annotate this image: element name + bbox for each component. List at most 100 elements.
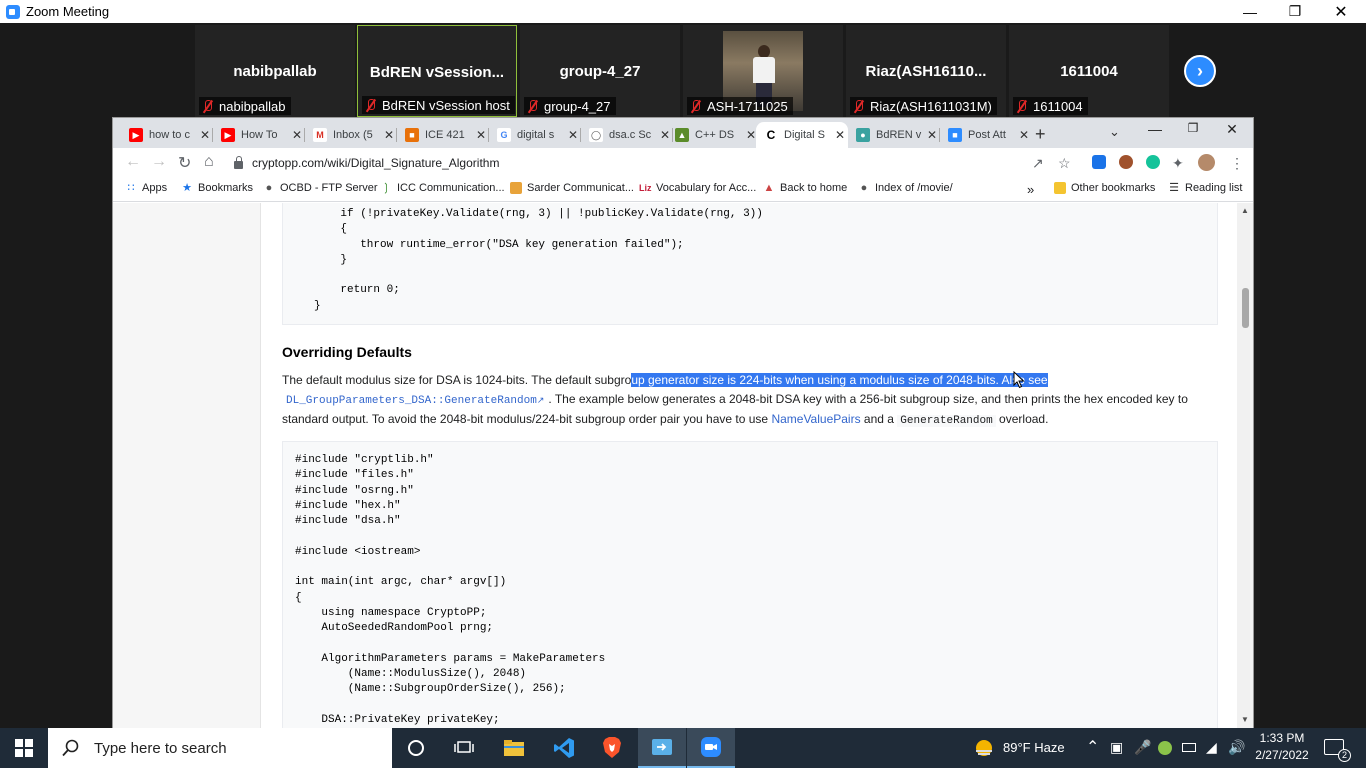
close-tab-icon[interactable]: ✕	[924, 128, 940, 142]
bookmark-ocbd[interactable]: ● OCBD - FTP Server	[263, 182, 378, 194]
bookmark-vocabulary[interactable]: Liz Vocabulary for Acc...	[639, 182, 756, 194]
generate-random-link[interactable]: DL_GroupParameters_DSA::GenerateRandom	[286, 395, 537, 407]
participant-tile[interactable]: BdREN vSession... BdREN vSession host	[357, 25, 517, 117]
close-tab-icon[interactable]: ✕	[289, 128, 305, 142]
close-tab-icon[interactable]: ✕	[832, 128, 848, 142]
clock[interactable]: 1:33 PM 2/27/2022	[1252, 731, 1312, 762]
participant-tile[interactable]: group-4_27 group-4_27	[520, 25, 680, 117]
cortana-icon[interactable]	[392, 728, 440, 768]
wifi-icon[interactable]: ◢	[1206, 739, 1217, 756]
participant-label: group-4_27	[524, 97, 616, 115]
bookmark-sarder[interactable]: Sarder Communicat...	[510, 182, 634, 194]
bookmark-icc[interactable]: ❳ ICC Communication...	[380, 182, 504, 194]
grammarly-icon[interactable]	[1146, 155, 1160, 169]
scroll-down-arrow-icon[interactable]: ▼	[1237, 715, 1253, 724]
notification-center-icon[interactable]: 2	[1324, 739, 1351, 762]
extension-cookie-icon[interactable]	[1119, 155, 1133, 169]
browser-tab[interactable]: ■ ICE 421 ✕	[397, 122, 489, 148]
zoom-app-icon[interactable]	[687, 728, 735, 768]
next-page-arrow-icon[interactable]: ›	[1184, 55, 1216, 87]
participant-tile[interactable]: Riaz(ASH16110... Riaz(ASH1611031M)	[846, 25, 1006, 117]
other-bookmarks[interactable]: Other bookmarks	[1054, 182, 1155, 194]
start-button[interactable]	[0, 728, 48, 768]
namevaluepairs-link[interactable]: NameValuePairs	[771, 412, 860, 426]
close-button[interactable]: ✕	[1318, 0, 1364, 23]
browser-window: ▶ how to c ✕ ▶ How To ✕ M Inbox (5 ✕ ■ ICE …	[113, 118, 1253, 728]
more-bookmarks-chevron-icon[interactable]: »	[1027, 182, 1034, 197]
more-menu-icon[interactable]: ⋮	[1230, 155, 1244, 172]
gmail-icon: M	[313, 128, 327, 142]
participant-tile[interactable]: nabibpallab nabibpallab	[195, 25, 355, 117]
browser-tab-active[interactable]: C Digital S ✕	[756, 122, 848, 148]
browser-close-button[interactable]: ✕	[1213, 121, 1251, 143]
profile-avatar[interactable]	[1198, 154, 1215, 171]
scrollbar-thumb[interactable]	[1242, 288, 1249, 328]
close-tab-icon[interactable]: ✕	[197, 128, 213, 142]
participant-tile[interactable]: ASH-1711025	[683, 25, 843, 117]
bookmark-back-home[interactable]: ▲ Back to home	[763, 182, 848, 194]
battery-icon[interactable]	[1182, 743, 1196, 752]
bookmark-bookmarks[interactable]: ★ Bookmarks	[181, 182, 253, 194]
reading-list-icon: ☰	[1169, 182, 1179, 194]
close-tab-icon[interactable]: ✕	[381, 128, 397, 142]
meet-now-icon[interactable]: ▣	[1110, 739, 1123, 756]
volume-icon[interactable]: 🔊	[1228, 739, 1245, 756]
scroll-up-arrow-icon[interactable]: ▲	[1237, 206, 1253, 215]
tab-search-chevron-icon[interactable]: ⌄	[1109, 124, 1120, 140]
weather-text[interactable]: 89°F Haze	[1003, 740, 1065, 755]
search-icon	[62, 739, 79, 757]
vocabulary-icon: Liz	[639, 183, 652, 193]
star-icon: ★	[182, 182, 192, 194]
google-icon: G	[497, 128, 511, 142]
page-scrollbar[interactable]: ▲ ▼	[1237, 203, 1253, 728]
taskbar-search[interactable]: Type here to search	[48, 728, 392, 768]
microphone-icon[interactable]: 🎤	[1134, 739, 1151, 756]
browser-tab[interactable]: ▶ How To ✕	[213, 122, 305, 148]
close-tab-icon[interactable]: ✕	[565, 128, 581, 142]
bookmark-index-movie[interactable]: ● Index of /movie/	[858, 182, 953, 194]
close-tab-icon[interactable]: ✕	[473, 128, 489, 142]
file-explorer-icon[interactable]	[490, 728, 538, 768]
browser-tab[interactable]: ◯ dsa.c Sc ✕	[581, 122, 673, 148]
close-tab-icon[interactable]: ✕	[1016, 128, 1032, 142]
code-block: if (!privateKey.Validate(rng, 3) || !pub…	[282, 203, 1218, 325]
bookmark-star-icon[interactable]: ☆	[1058, 155, 1071, 172]
game-icon: ▲	[763, 182, 775, 194]
browser-tab[interactable]: G digital s ✕	[489, 122, 581, 148]
reload-icon[interactable]: ↻	[178, 153, 191, 173]
browser-tab[interactable]: ● BdREN v ✕	[848, 122, 940, 148]
wiki-sidebar	[113, 203, 261, 728]
reading-list[interactable]: ☰ Reading list	[1168, 182, 1242, 194]
brave-browser-icon[interactable]	[588, 728, 636, 768]
extensions-puzzle-icon[interactable]: ✦	[1172, 155, 1184, 172]
tray-chevron-up-icon[interactable]: ⌃	[1086, 737, 1099, 757]
back-arrow-icon[interactable]: ←	[125, 153, 141, 171]
minimize-button[interactable]: —	[1227, 0, 1273, 23]
browser-restore-button[interactable]: ❐	[1174, 121, 1212, 143]
participant-tile[interactable]: 1611004 1611004	[1009, 25, 1169, 117]
browser-minimize-button[interactable]: —	[1136, 121, 1174, 143]
browser-tab[interactable]: ■ Post Att ✕	[940, 122, 1032, 148]
browser-tab[interactable]: ▶ how to c ✕	[121, 122, 213, 148]
paragraph-line: DL_GroupParameters_DSA::GenerateRandom↗.…	[286, 392, 1188, 407]
new-tab-button[interactable]: +	[1035, 124, 1046, 145]
address-bar[interactable]: cryptopp.com/wiki/Digital_Signature_Algo…	[226, 151, 1071, 175]
vscode-icon[interactable]	[540, 728, 588, 768]
windows-logo-icon	[15, 739, 33, 757]
bookmark-apps[interactable]: ∷ Apps	[125, 182, 168, 194]
restore-button[interactable]: ❐	[1272, 0, 1318, 23]
leaf-icon: ❳	[381, 182, 391, 194]
globe-icon: ●	[860, 182, 868, 194]
forward-arrow-icon[interactable]: →	[151, 153, 167, 171]
task-view-icon[interactable]	[440, 728, 488, 768]
mouse-cursor-icon	[1013, 371, 1025, 389]
home-icon[interactable]: ⌂	[204, 153, 214, 171]
remote-app-icon[interactable]	[638, 728, 686, 768]
browser-tab[interactable]: ▲ C++ DS ✕	[667, 122, 759, 148]
browser-tab[interactable]: M Inbox (5 ✕	[305, 122, 397, 148]
extension-chart-icon[interactable]	[1092, 155, 1106, 169]
mic-muted-icon	[691, 100, 701, 113]
section-heading: Overriding Defaults	[282, 344, 412, 360]
share-icon[interactable]: ↗	[1032, 155, 1044, 172]
tray-app-icon[interactable]	[1158, 741, 1172, 755]
